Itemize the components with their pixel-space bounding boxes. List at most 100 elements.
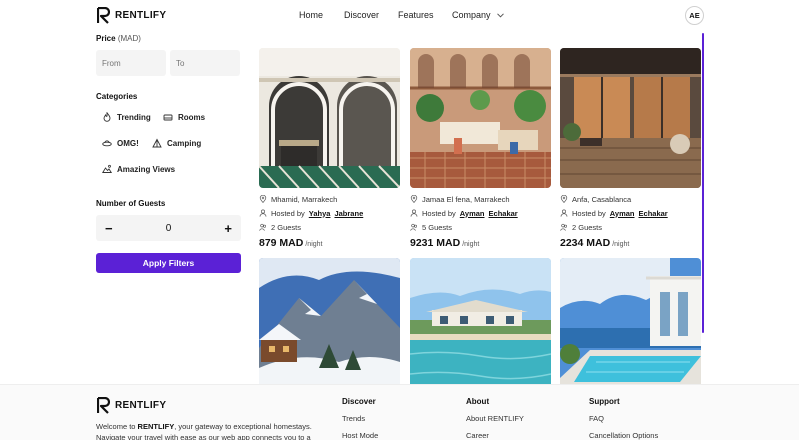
listing-info: Anfa, Casablanca Hosted by Ayman Echakar…: [560, 192, 701, 250]
category-rooms[interactable]: Rooms: [157, 107, 212, 127]
user-avatar[interactable]: AE: [685, 6, 704, 25]
guests-row: 5 Guests: [410, 220, 551, 234]
increment-button[interactable]: +: [224, 221, 232, 236]
listing-card[interactable]: Mhamid, Marrakech Hosted by Yahya Jabran…: [259, 48, 400, 249]
scrollbar-thumb[interactable]: [702, 33, 704, 333]
listing-photo-snowy-mountain-chalet[interactable]: [259, 258, 400, 384]
price-unit: (MAD): [117, 34, 141, 43]
price-from-input[interactable]: [96, 50, 166, 76]
nav-company[interactable]: Company: [452, 10, 504, 20]
riad-courtyard-image: [259, 48, 400, 188]
host-first-name-link[interactable]: Ayman: [610, 209, 635, 218]
location-pin-icon: [410, 195, 418, 203]
per-night: /night: [612, 241, 630, 248]
price-title: Price (MAD): [96, 34, 241, 43]
price-to-input[interactable]: [170, 50, 240, 76]
brand-name: RENTLIFY: [115, 10, 167, 21]
category-label: Amazing Views: [117, 164, 176, 174]
listing-photo-modern-terrace[interactable]: [560, 48, 701, 188]
tent-icon: [152, 138, 162, 148]
nav-features[interactable]: Features: [398, 10, 434, 20]
listing-card[interactable]: [259, 258, 400, 384]
user-icon: [560, 209, 568, 217]
view-icon: [102, 164, 112, 173]
host-last-name-link[interactable]: Echakar: [489, 209, 518, 218]
price-line: 879 MAD /night: [259, 237, 400, 249]
location-pin-icon: [259, 195, 267, 203]
rentlify-logo-icon: [97, 7, 110, 24]
guests-icon: [259, 223, 267, 231]
listing-card[interactable]: Anfa, Casablanca Hosted by Ayman Echakar…: [560, 48, 701, 249]
nav-company-label: Company: [452, 10, 491, 20]
nav-discover[interactable]: Discover: [344, 10, 379, 20]
guests-stepper: − 0 +: [96, 215, 241, 241]
category-omg[interactable]: OMG!: [96, 133, 145, 153]
flame-icon: [103, 112, 111, 122]
host-first-name-link[interactable]: Ayman: [460, 209, 485, 218]
riad-patio-image: [410, 48, 551, 188]
guests-icon: [410, 223, 418, 231]
user-icon: [410, 209, 418, 217]
footer-link-faq[interactable]: FAQ: [589, 414, 658, 423]
rentlify-logo-icon: [97, 397, 110, 414]
listing-photo-riad-patio-plants[interactable]: [410, 48, 551, 188]
listing-card[interactable]: [410, 258, 551, 384]
category-trending[interactable]: Trending: [96, 107, 157, 127]
footer-link-career[interactable]: Career: [466, 431, 524, 440]
listing-photo-riad-courtyard[interactable]: [259, 48, 400, 188]
guests-row: 2 Guests: [259, 220, 400, 234]
category-label: Rooms: [178, 112, 206, 122]
footer-column-discover: Discover Trends Host Mode: [342, 397, 378, 440]
filters-sidebar: Price (MAD) Categories Trending Rooms OM…: [96, 34, 241, 273]
price-label: Price: [96, 34, 116, 43]
location-row: Mhamid, Marrakech: [259, 192, 400, 206]
footer-column-title: Discover: [342, 397, 376, 406]
footer-link-about[interactable]: About RENTLIFY: [466, 414, 524, 423]
price-line: 2234 MAD /night: [560, 237, 701, 249]
categories-title: Categories: [96, 92, 138, 101]
footer-link-cancellation[interactable]: Cancellation Options: [589, 431, 658, 440]
listing-photo-beach-house[interactable]: [410, 258, 551, 384]
listings-grid: Mhamid, Marrakech Hosted by Yahya Jabran…: [259, 47, 704, 384]
nav-home[interactable]: Home: [299, 10, 323, 20]
host-first-name-link[interactable]: Yahya: [309, 209, 331, 218]
brand-logo[interactable]: RENTLIFY: [97, 7, 166, 24]
apply-filters-button[interactable]: Apply Filters: [96, 253, 241, 273]
guests-title: Number of Guests: [96, 199, 166, 208]
price-line: 9231 MAD /night: [410, 237, 551, 249]
site-footer: RENTLIFY Welcome to RENTLIFY, your gatew…: [0, 384, 799, 440]
listing-photo-cliff-pool-villa[interactable]: [560, 258, 701, 384]
listing-card[interactable]: Jamaa El fena, Marrakech Hosted by Ayman…: [410, 48, 551, 249]
listing-location: Anfa, Casablanca: [572, 194, 632, 204]
category-label: Camping: [167, 138, 202, 148]
category-camping[interactable]: Camping: [146, 133, 208, 153]
host-row: Hosted by Ayman Echakar: [560, 206, 701, 220]
listing-price: 879 MAD: [259, 237, 304, 249]
pool-villa-image: [560, 258, 701, 384]
guests-icon: [560, 223, 568, 231]
footer-logo[interactable]: RENTLIFY: [97, 397, 166, 414]
decrement-button[interactable]: −: [105, 221, 113, 236]
listing-guests: 2 Guests: [271, 222, 302, 232]
footer-brand-name: RENTLIFY: [115, 400, 167, 411]
host-last-name-link[interactable]: Jabrane: [334, 209, 363, 218]
category-amazing-views[interactable]: Amazing Views: [96, 159, 182, 179]
footer-link-trends[interactable]: Trends: [342, 414, 378, 423]
guests-row: 2 Guests: [560, 220, 701, 234]
modern-terrace-image: [560, 48, 701, 188]
host-row: Hosted by Yahya Jabrane: [259, 206, 400, 220]
hosted-by-label: Hosted by: [572, 208, 606, 218]
location-row: Jamaa El fena, Marrakech: [410, 192, 551, 206]
hosted-by-label: Hosted by: [271, 208, 305, 218]
listing-price: 2234 MAD: [560, 237, 611, 249]
category-label: OMG!: [117, 138, 139, 148]
listing-card[interactable]: [560, 258, 701, 384]
host-last-name-link[interactable]: Echakar: [639, 209, 668, 218]
snowy-chalet-image: [259, 258, 400, 384]
footer-desc-prefix: Welcome to: [96, 422, 138, 431]
category-label: Trending: [117, 112, 151, 122]
price-range: [96, 50, 241, 76]
footer-column-title: About: [466, 397, 490, 406]
footer-link-host-mode[interactable]: Host Mode: [342, 431, 378, 440]
footer-column-support: Support FAQ Cancellation Options: [589, 397, 658, 440]
